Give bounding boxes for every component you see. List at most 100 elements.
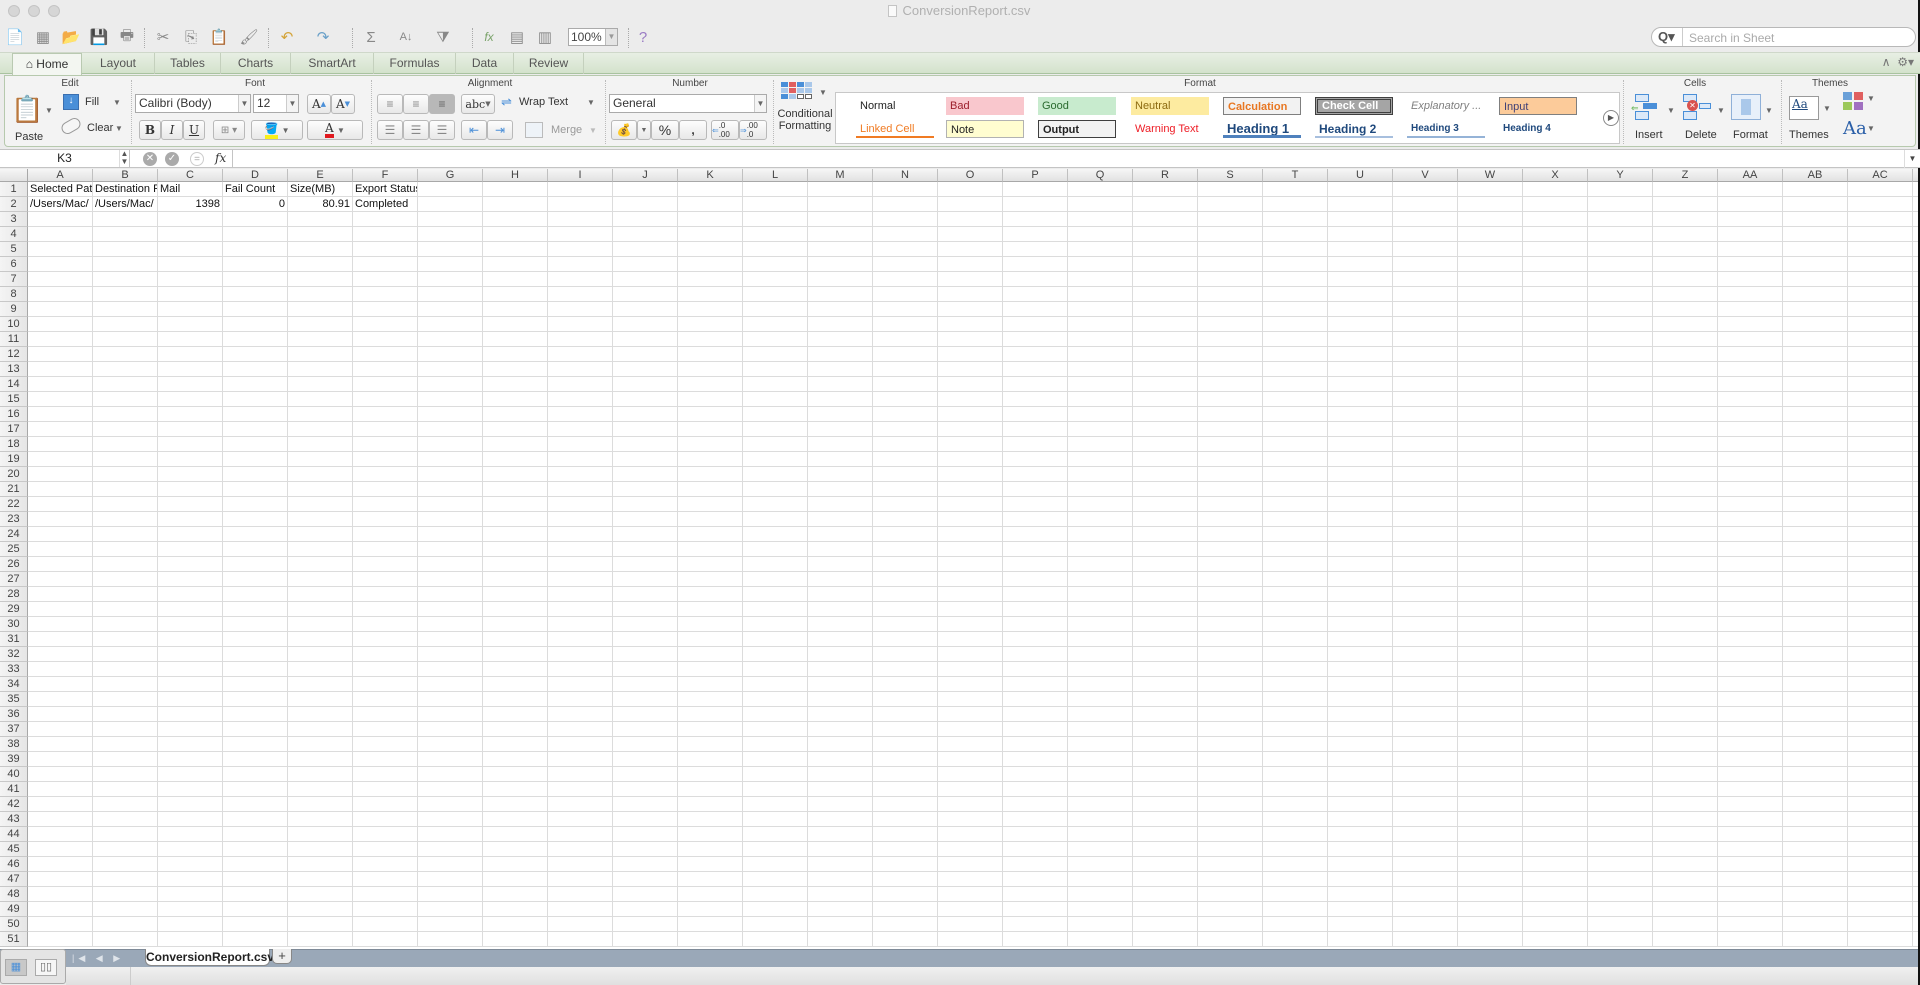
- cell[interactable]: [1328, 287, 1393, 302]
- cell[interactable]: [1588, 272, 1653, 287]
- cell[interactable]: [1458, 872, 1523, 887]
- cell[interactable]: [1003, 332, 1068, 347]
- cell[interactable]: [353, 722, 418, 737]
- cell[interactable]: [1068, 362, 1133, 377]
- cell[interactable]: [548, 572, 613, 587]
- cell[interactable]: [1133, 362, 1198, 377]
- cell[interactable]: [1588, 872, 1653, 887]
- cell[interactable]: [1328, 542, 1393, 557]
- cell[interactable]: [1068, 722, 1133, 737]
- cell[interactable]: [418, 347, 483, 362]
- cell[interactable]: [613, 692, 678, 707]
- cell[interactable]: [938, 347, 1003, 362]
- cell[interactable]: [93, 737, 158, 752]
- cell[interactable]: [1523, 707, 1588, 722]
- column-header-y[interactable]: Y: [1588, 169, 1653, 182]
- cell[interactable]: [548, 677, 613, 692]
- cell[interactable]: [1328, 872, 1393, 887]
- row-header[interactable]: 26: [0, 557, 28, 572]
- cell[interactable]: [93, 692, 158, 707]
- cell[interactable]: [678, 602, 743, 617]
- cell[interactable]: [288, 542, 353, 557]
- function-icon[interactable]: fx: [215, 151, 226, 165]
- cell[interactable]: [1328, 917, 1393, 932]
- cell[interactable]: [678, 752, 743, 767]
- cell[interactable]: [808, 467, 873, 482]
- cell[interactable]: [1393, 692, 1458, 707]
- chevron-down-icon[interactable]: ▼: [113, 98, 121, 107]
- cell[interactable]: [613, 542, 678, 557]
- cell[interactable]: [418, 587, 483, 602]
- cell[interactable]: [158, 827, 223, 842]
- cell[interactable]: [1198, 617, 1263, 632]
- cell[interactable]: [1263, 917, 1328, 932]
- cell[interactable]: [678, 737, 743, 752]
- cell[interactable]: [223, 767, 288, 782]
- cell[interactable]: [1523, 827, 1588, 842]
- cell[interactable]: [1068, 527, 1133, 542]
- cell[interactable]: [1848, 542, 1913, 557]
- cell[interactable]: [938, 587, 1003, 602]
- cell[interactable]: [223, 692, 288, 707]
- cell[interactable]: [678, 812, 743, 827]
- cell[interactable]: [1133, 242, 1198, 257]
- cell[interactable]: [1003, 647, 1068, 662]
- cell[interactable]: [93, 257, 158, 272]
- cell[interactable]: [613, 407, 678, 422]
- cell[interactable]: [613, 812, 678, 827]
- cell[interactable]: [1913, 857, 1918, 872]
- cell[interactable]: [1263, 242, 1328, 257]
- cell[interactable]: [938, 212, 1003, 227]
- cell[interactable]: [1783, 377, 1848, 392]
- row-header[interactable]: 51: [0, 932, 28, 947]
- cell[interactable]: [1133, 797, 1198, 812]
- align-left-button[interactable]: ☰: [377, 120, 403, 140]
- cell[interactable]: [548, 422, 613, 437]
- cell[interactable]: [1523, 332, 1588, 347]
- chevron-down-icon[interactable]: ▼: [1717, 106, 1725, 115]
- currency-button[interactable]: 💰: [611, 120, 637, 140]
- cell[interactable]: [1458, 527, 1523, 542]
- cell[interactable]: [93, 452, 158, 467]
- column-header-n[interactable]: N: [873, 169, 938, 182]
- cell[interactable]: [1068, 482, 1133, 497]
- cell[interactable]: [223, 587, 288, 602]
- row-header[interactable]: 21: [0, 482, 28, 497]
- cell[interactable]: [613, 737, 678, 752]
- cell[interactable]: [1783, 872, 1848, 887]
- cell[interactable]: [1328, 257, 1393, 272]
- cell[interactable]: [1003, 632, 1068, 647]
- cell[interactable]: [353, 602, 418, 617]
- cell[interactable]: [1458, 662, 1523, 677]
- cell[interactable]: [938, 872, 1003, 887]
- cell[interactable]: [1198, 497, 1263, 512]
- cell[interactable]: [1068, 647, 1133, 662]
- cell[interactable]: [483, 587, 548, 602]
- cell[interactable]: [1263, 707, 1328, 722]
- cell[interactable]: [1393, 422, 1458, 437]
- cell[interactable]: [1458, 227, 1523, 242]
- cell[interactable]: [613, 602, 678, 617]
- cell[interactable]: [1393, 827, 1458, 842]
- cell[interactable]: [1263, 887, 1328, 902]
- cell[interactable]: [158, 707, 223, 722]
- font-color-button[interactable]: A ▼: [307, 120, 363, 140]
- cell[interactable]: [93, 287, 158, 302]
- cell[interactable]: [353, 677, 418, 692]
- cell[interactable]: [483, 812, 548, 827]
- cell[interactable]: [1913, 752, 1918, 767]
- cell[interactable]: [1458, 617, 1523, 632]
- row-header[interactable]: 13: [0, 362, 28, 377]
- cell[interactable]: [1068, 602, 1133, 617]
- cell[interactable]: [1328, 887, 1393, 902]
- cell[interactable]: [873, 767, 938, 782]
- cell[interactable]: [1783, 272, 1848, 287]
- row-header[interactable]: 47: [0, 872, 28, 887]
- cell[interactable]: [223, 887, 288, 902]
- cell-style-linked-cell[interactable]: Linked Cell: [856, 120, 934, 138]
- cancel-formula-icon[interactable]: ✕: [143, 152, 157, 166]
- cell[interactable]: [288, 662, 353, 677]
- cell[interactable]: [678, 197, 743, 212]
- row-header[interactable]: 31: [0, 632, 28, 647]
- cell[interactable]: [1848, 917, 1913, 932]
